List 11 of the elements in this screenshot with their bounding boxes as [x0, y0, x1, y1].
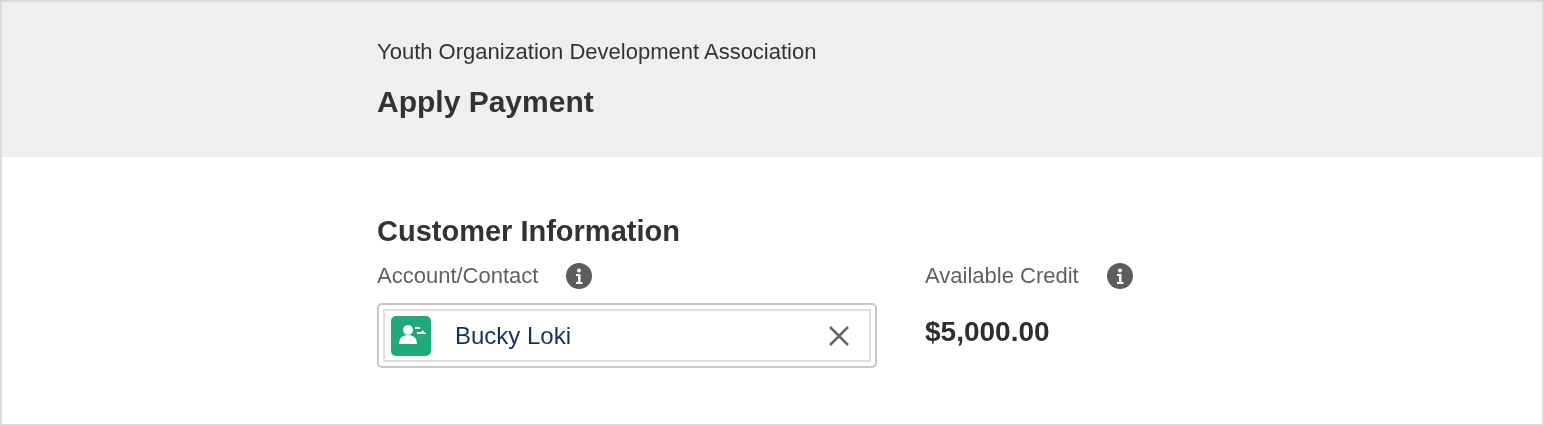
organization-name: Youth Organization Development Association [377, 38, 818, 66]
contact-icon [391, 315, 431, 356]
close-icon[interactable] [827, 323, 851, 348]
page-title: Apply Payment [377, 84, 595, 120]
credit-amount: $5,000.00 [925, 316, 1051, 348]
field-label: Account/Contact [377, 263, 539, 289]
field-label: Available Credit [925, 263, 1079, 289]
info-icon[interactable] [566, 263, 593, 289]
section-title: Customer Information [377, 214, 681, 249]
account-field[interactable]: Bucky Loki [377, 303, 877, 368]
info-icon[interactable] [1106, 263, 1133, 289]
